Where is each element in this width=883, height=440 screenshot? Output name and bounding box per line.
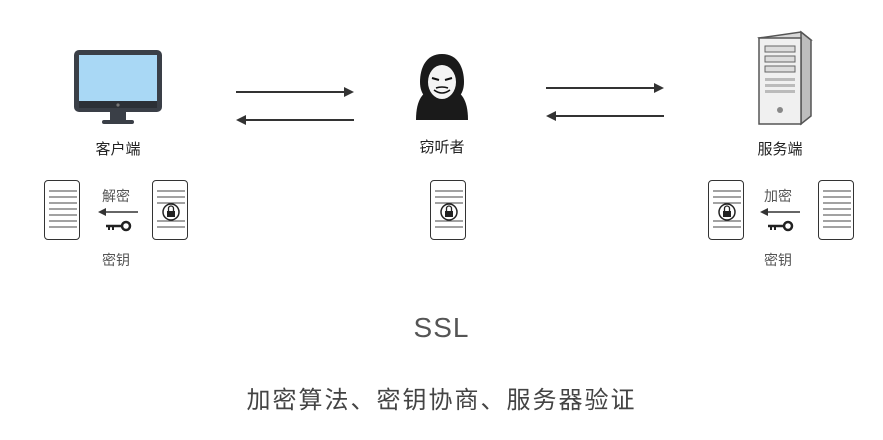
client-key-label: 密钥 xyxy=(102,253,130,269)
key-icon xyxy=(106,220,132,232)
encrypted-document-icon xyxy=(708,180,744,240)
monitor-icon xyxy=(72,48,164,128)
server-key-label: 密钥 xyxy=(764,253,792,269)
client-label: 客户端 xyxy=(95,140,141,158)
plain-document-icon xyxy=(818,180,854,240)
arrows-left xyxy=(236,87,354,125)
plain-document-icon xyxy=(44,180,80,240)
server-label: 服务端 xyxy=(757,140,803,158)
key-icon xyxy=(768,220,794,232)
intercepted-document-icon xyxy=(430,180,466,240)
arrow-left-icon xyxy=(760,208,800,216)
encrypt-label: 加密 xyxy=(764,189,792,205)
ssl-title: SSL xyxy=(413,312,470,343)
locked-document-icon xyxy=(152,180,188,240)
arrow-left-icon xyxy=(98,208,138,216)
decrypt-label: 解密 xyxy=(102,189,130,205)
ssl-subtitle: 加密算法、密钥协商、服务器验证 xyxy=(246,386,637,414)
server-icon xyxy=(745,30,815,130)
hacker-icon xyxy=(412,52,472,122)
arrows-right xyxy=(546,83,664,121)
eavesdropper-label: 窃听者 xyxy=(419,138,465,156)
